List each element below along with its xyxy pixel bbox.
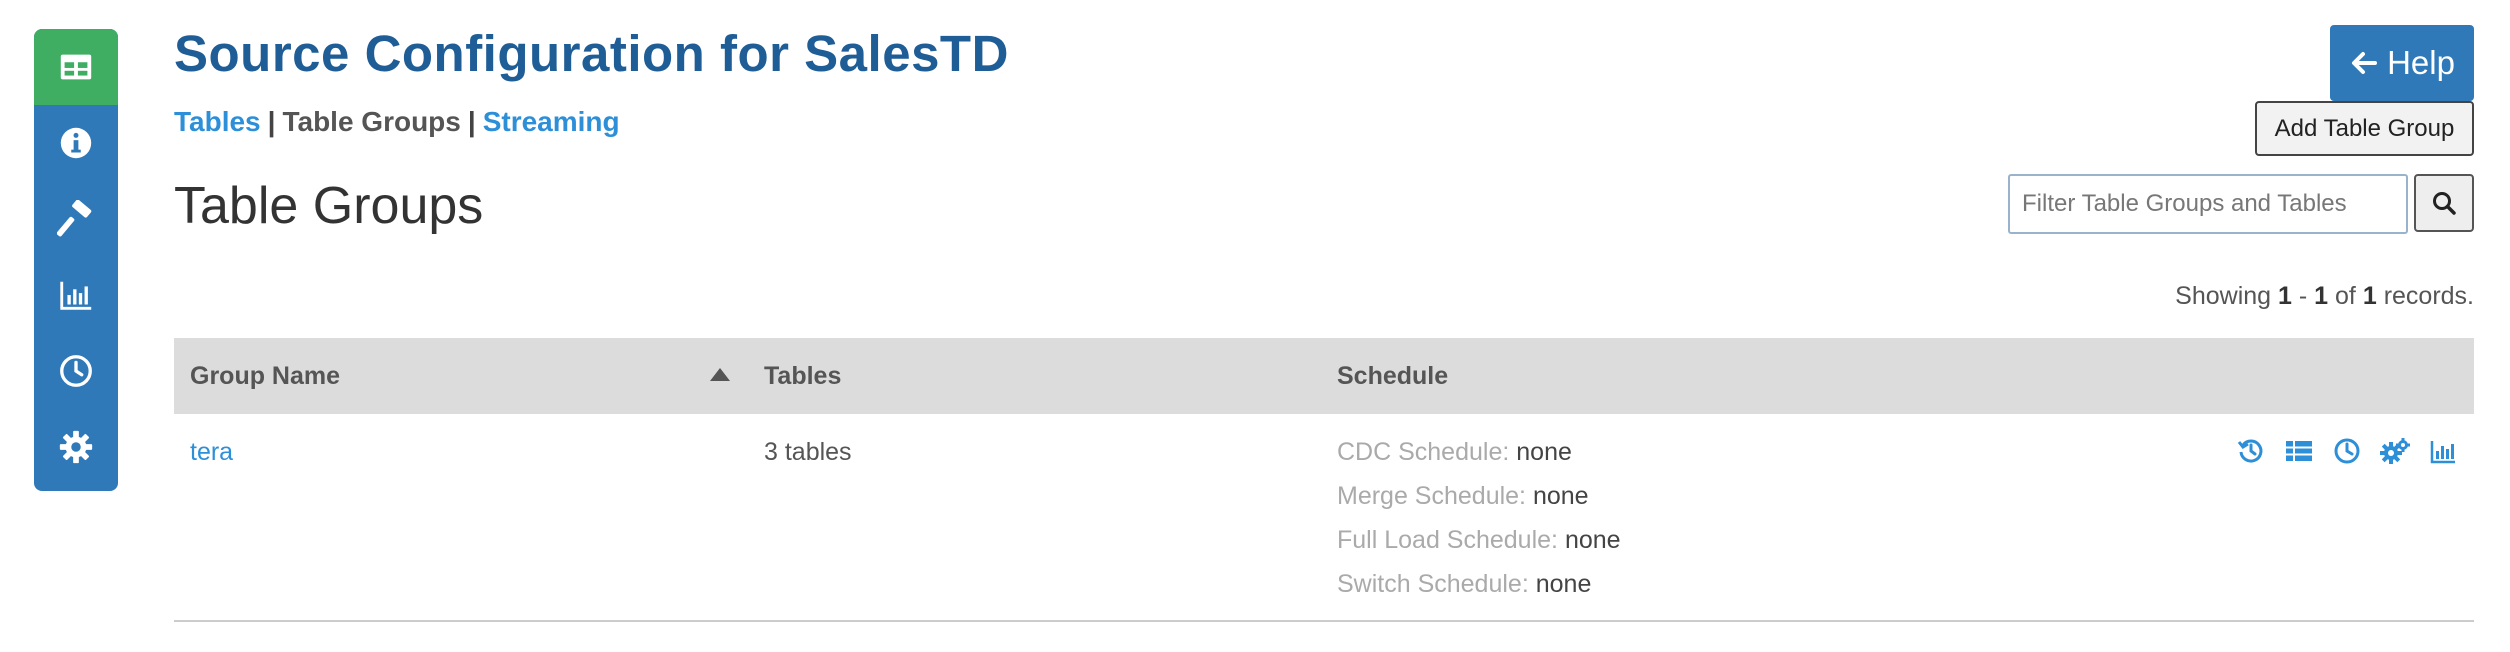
table-header: Group Name Tables Schedule xyxy=(174,338,2474,414)
history-icon[interactable] xyxy=(2236,436,2266,466)
sidebar-item-settings[interactable] xyxy=(34,409,118,485)
sidebar-item-schedule[interactable] xyxy=(34,333,118,409)
sort-ascending-icon[interactable] xyxy=(710,368,730,381)
group-name-link[interactable]: tera xyxy=(190,438,233,467)
bar-chart-icon xyxy=(60,281,92,310)
sidebar-item-info[interactable] xyxy=(34,105,118,181)
sidebar-item-stats[interactable] xyxy=(34,257,118,333)
list-icon[interactable] xyxy=(2284,436,2314,466)
full-load-schedule: Full Load Schedule: none xyxy=(1337,526,1621,554)
subnav-separator: | xyxy=(467,106,476,137)
bar-chart-icon[interactable] xyxy=(2428,436,2458,466)
merge-schedule: Merge Schedule: none xyxy=(1337,482,1589,510)
add-table-group-button[interactable]: Add Table Group xyxy=(2255,101,2474,156)
row-actions xyxy=(2236,436,2458,466)
records-count: Showing 1 - 1 of 1 records. xyxy=(2175,282,2474,310)
tables-count: 3 tables xyxy=(764,438,852,466)
column-header-tables: Tables xyxy=(764,362,842,390)
info-icon xyxy=(60,127,92,159)
table-row: tera 3 tables CDC Schedule: none Merge S… xyxy=(174,414,2474,622)
filter-input[interactable] xyxy=(2008,174,2408,234)
tab-streaming[interactable]: Streaming xyxy=(483,106,620,137)
column-header-group-name[interactable]: Group Name xyxy=(190,362,340,391)
gear-icon xyxy=(59,430,93,464)
clock-icon[interactable] xyxy=(2332,436,2362,466)
section-title: Table Groups xyxy=(174,177,484,235)
sidebar-item-build[interactable] xyxy=(34,181,118,257)
help-label: Help xyxy=(2387,44,2455,81)
gears-icon[interactable] xyxy=(2380,436,2410,466)
subnav-separator: | xyxy=(267,106,276,137)
table-grid-icon xyxy=(60,54,92,80)
tab-table-groups: Table Groups xyxy=(282,106,461,137)
hammer-icon xyxy=(57,200,92,237)
sidebar xyxy=(34,29,118,491)
page-title: Source Configuration for SalesTD xyxy=(174,25,1009,82)
search-icon xyxy=(2433,192,2456,215)
tab-tables[interactable]: Tables xyxy=(174,106,261,137)
subnav: Tables | Table Groups | Streaming xyxy=(174,106,620,138)
help-button[interactable]: Help xyxy=(2330,25,2474,101)
switch-schedule: Switch Schedule: none xyxy=(1337,570,1592,598)
clock-icon xyxy=(60,355,92,387)
arrow-left-icon xyxy=(2352,52,2378,74)
column-header-schedule: Schedule xyxy=(1337,362,1449,390)
sidebar-item-tables[interactable] xyxy=(34,29,118,105)
cdc-schedule: CDC Schedule: none xyxy=(1337,438,1572,466)
search-button[interactable] xyxy=(2414,174,2474,232)
